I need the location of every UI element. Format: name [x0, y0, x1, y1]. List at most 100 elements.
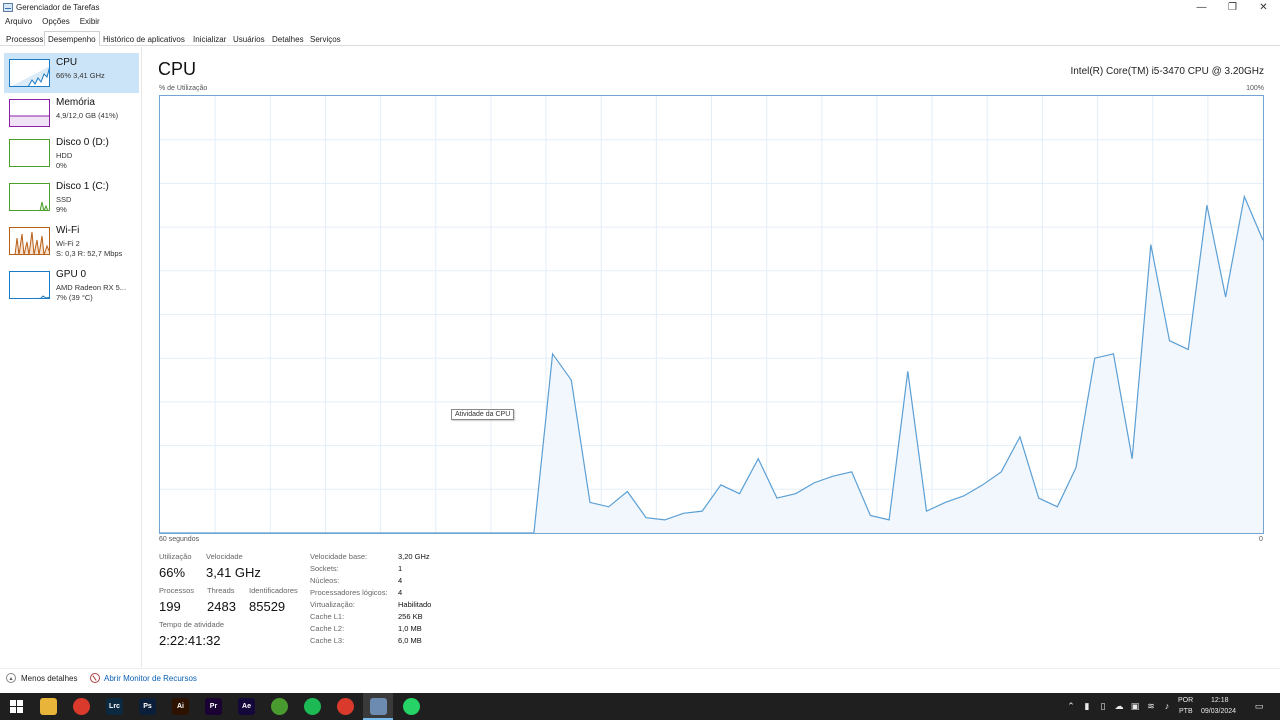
sidebar-item-detail: AMD Radeon RX 5... — [56, 283, 127, 292]
keyboard-layout[interactable]: PTB — [1179, 708, 1193, 715]
spec-label: Cache L1: — [310, 612, 345, 621]
y-axis-min: 0 — [1259, 536, 1263, 543]
speed-label: Velocidade — [206, 552, 243, 561]
spec-label: Núcleos: — [310, 576, 340, 585]
spec-value: 3,20 GHz — [398, 552, 430, 561]
sidebar-item-disk-0[interactable]: Disco 0 (D:) HDD 0% — [4, 133, 139, 173]
illustrator-icon[interactable]: Ai — [172, 698, 189, 715]
spec-value: 256 KB — [398, 612, 423, 621]
spec-label: Cache L3: — [310, 636, 345, 645]
lightroom-classic-icon[interactable]: Lrc — [106, 698, 123, 715]
clock-time[interactable]: 12:18 — [1211, 697, 1229, 704]
sidebar-item-label: CPU — [56, 57, 78, 68]
spec-value: 1 — [398, 564, 403, 573]
menu-opcoes[interactable]: Opções — [37, 15, 75, 29]
battery-icon[interactable]: ▮ — [1082, 701, 1092, 711]
uptime-value: 2:22:41:32 — [159, 633, 221, 648]
minimize-button[interactable]: — — [1186, 0, 1217, 15]
sidebar-item-label: Disco 1 (C:) — [56, 181, 109, 192]
sidebar-item-label: Memória — [56, 97, 95, 108]
threads-label: Threads — [207, 586, 235, 595]
spec-value: 1,0 MB — [398, 624, 422, 633]
disk-0-thumbnail — [9, 139, 50, 167]
photoshop-icon[interactable]: Ps — [139, 698, 156, 715]
input-language[interactable]: POR — [1178, 697, 1193, 704]
notification-icon[interactable]: ▭ — [1253, 701, 1265, 711]
windows-start-icon[interactable] — [8, 698, 25, 715]
disk-1-thumbnail — [9, 183, 50, 211]
spotify-icon[interactable] — [304, 698, 321, 715]
tab-processos[interactable]: Processos — [2, 31, 47, 46]
spec-label: Sockets: — [310, 564, 339, 573]
task-manager-icon — [3, 3, 13, 12]
y-axis-label: % de Utilização — [159, 85, 208, 92]
uptime-label: Tempo de atividade — [159, 620, 225, 629]
sidebar-item-label: GPU 0 — [56, 269, 87, 280]
processes-label: Processos — [159, 586, 195, 595]
close-button[interactable]: ✕ — [1248, 0, 1279, 15]
tab-detalhes[interactable]: Detalhes — [268, 31, 308, 46]
memory-thumbnail — [9, 99, 50, 127]
cloud-icon[interactable]: ☁ — [1114, 701, 1124, 711]
sidebar-item-cpu[interactable]: CPU 66% 3,41 GHz — [4, 53, 139, 93]
handles-value: 85529 — [249, 599, 286, 614]
tab-usuarios[interactable]: Usuários — [229, 31, 269, 46]
page-title: CPU — [158, 59, 197, 79]
performance-sidebar: CPU 66% 3,41 GHz Memória 4,9/12,0 GB (41… — [0, 47, 142, 667]
wifi-thumbnail — [9, 227, 50, 255]
fewer-details-button[interactable]: ▴ Menos detalhes — [6, 673, 77, 683]
spec-value: 6,0 MB — [398, 636, 422, 645]
utilization-value: 66% — [159, 565, 186, 580]
maximize-button[interactable]: ❐ — [1217, 0, 1248, 15]
utorrent-icon[interactable] — [271, 698, 288, 715]
threads-value: 2483 — [207, 599, 236, 614]
clock-date[interactable]: 09/03/2024 — [1201, 708, 1236, 715]
tab-inicializar[interactable]: Inicializar — [189, 31, 230, 46]
tab-desempenho[interactable]: Desempenho — [44, 31, 100, 46]
menu-arquivo[interactable]: Arquivo — [0, 15, 37, 29]
processes-value: 199 — [159, 599, 181, 614]
sidebar-item-memory[interactable]: Memória 4,9/12,0 GB (41%) — [4, 93, 139, 133]
sidebar-item-disk-1[interactable]: Disco 1 (C:) SSD 9% — [4, 177, 139, 217]
file-explorer-icon[interactable] — [40, 698, 57, 715]
sidebar-item-usage: 0% — [56, 161, 67, 170]
sidebar-item-wifi[interactable]: Wi-Fi Wi-Fi 2 S: 0,3 R: 52,7 Mbps — [4, 221, 139, 261]
display-icon[interactable]: ▣ — [1130, 701, 1140, 711]
whatsapp-icon[interactable] — [403, 698, 420, 715]
spec-label: Virtualização: — [310, 600, 355, 609]
fewer-details-label: Menos detalhes — [21, 673, 78, 683]
resource-monitor-link[interactable]: Abrir Monitor de Recursos — [90, 673, 197, 683]
sidebar-item-detail: 66% 3,41 GHz — [56, 71, 105, 80]
footer: ▴ Menos detalhes Abrir Monitor de Recurs… — [0, 668, 1280, 692]
taskbar: Lrc Ps Ai Pr Ae ⌃ ▮ ▯ ☁ ▣ ≋ ♪ POR PTB 12:18 … — [0, 693, 1280, 720]
spec-label: Velocidade base: — [310, 552, 368, 561]
x-axis-label: 60 segundos — [159, 536, 200, 543]
tab-bar: Processos Desempenho Histórico de aplica… — [0, 31, 1280, 46]
window-title: Gerenciador de Tarefas — [16, 3, 100, 12]
sidebar-item-gpu[interactable]: GPU 0 AMD Radeon RX 5... 7% (39 °C) — [4, 265, 139, 305]
tab-historico[interactable]: Histórico de aplicativos — [99, 31, 189, 46]
volume-icon[interactable]: ♪ — [1162, 701, 1172, 711]
tab-servicos[interactable]: Serviços — [306, 31, 345, 46]
wifi-icon[interactable]: ≋ — [1146, 701, 1156, 711]
cpu-graph-svg — [160, 96, 1263, 533]
menu-bar: Arquivo Opções Exibir — [0, 15, 105, 29]
title-bar: Gerenciador de Tarefas — ❐ ✕ — [0, 0, 1280, 15]
spec-value: 4 — [398, 576, 403, 585]
task-manager-icon[interactable] — [370, 698, 387, 715]
gpu-thumbnail — [9, 271, 50, 299]
spec-value: 4 — [398, 588, 403, 597]
usb-icon[interactable]: ▯ — [1098, 701, 1108, 711]
sidebar-item-label: Disco 0 (D:) — [56, 137, 109, 148]
after-effects-icon[interactable]: Ae — [238, 698, 255, 715]
menu-exibir[interactable]: Exibir — [75, 15, 105, 29]
handles-label: Identificadores — [249, 586, 298, 595]
sidebar-item-detail: Wi-Fi 2 — [56, 239, 80, 248]
chevron-up-icon[interactable]: ⌃ — [1066, 701, 1076, 711]
sidebar-item-usage: 7% (39 °C) — [56, 293, 93, 302]
chrome-2-icon[interactable] — [337, 698, 354, 715]
sidebar-item-label: Wi-Fi — [56, 225, 80, 236]
chrome-icon[interactable] — [73, 698, 90, 715]
premiere-icon[interactable]: Pr — [205, 698, 222, 715]
spec-value: Habilitado — [398, 600, 432, 609]
